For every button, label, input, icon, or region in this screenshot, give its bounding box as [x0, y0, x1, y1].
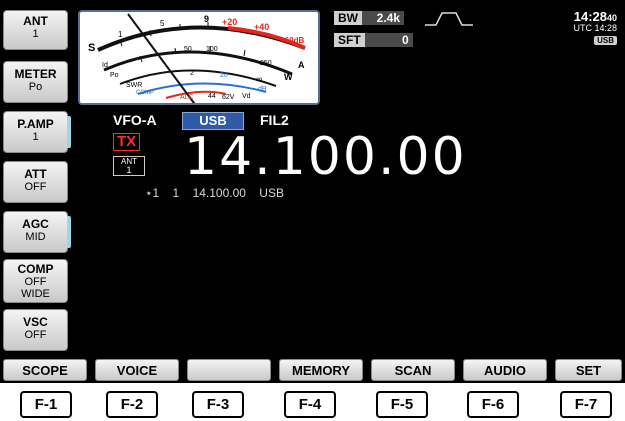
meter-swr-inf: ∞: [256, 74, 263, 84]
memory-frequency: 14.100.00: [192, 186, 246, 200]
agc-key-label: AGC: [22, 217, 49, 231]
meter-vd-62: 62V: [222, 94, 235, 101]
memory-mode: USB: [259, 186, 284, 200]
memory-channel: 1: [172, 186, 180, 200]
memory-softkey[interactable]: MEMORY: [279, 359, 363, 381]
meter-w-label: W: [284, 72, 293, 82]
vfo-label: VFO-A: [113, 112, 157, 128]
comp-key-width: WIDE: [21, 288, 50, 300]
att-key-label: ATT: [24, 167, 47, 181]
f6-key[interactable]: F-6: [467, 391, 519, 418]
ant-key-label: ANT: [23, 14, 48, 28]
bw-indicator: BW 2.4k: [334, 11, 404, 25]
analog-meter: S 1 5 9 +20 +40 +60dB Id A Po 50 100 250…: [78, 10, 320, 105]
bw-label: BW: [334, 11, 362, 25]
meter-vd-label: Vd: [242, 93, 251, 100]
meter-vd-44: 44: [208, 93, 216, 100]
meter-s-1: 1: [118, 30, 123, 39]
agc-key-value: MID: [25, 231, 46, 243]
meter-po-250: 250: [260, 60, 272, 67]
meter-comp-db: dB: [258, 86, 267, 93]
vsc-key-label: VSC: [23, 315, 48, 329]
comp-key[interactable]: COMP OFF WIDE: [3, 259, 68, 303]
meter-s-label: S: [88, 42, 96, 54]
meter-key-value: Po: [28, 81, 43, 93]
meter-alc-label: ALC: [180, 94, 194, 101]
clock-time: 14:2840: [574, 9, 617, 24]
meter-po-50: 50: [184, 46, 192, 53]
meter-swr-2: 2: [190, 70, 194, 77]
radio-display: ANT 1 METER Po P.AMP 1 ATT OFF AGC MID C…: [0, 0, 625, 383]
pamp-key[interactable]: P.AMP 1: [3, 111, 71, 153]
meter-s-9: 9: [204, 14, 210, 24]
meter-key[interactable]: METER Po: [3, 61, 68, 103]
meter-scales: [97, 13, 306, 103]
att-key[interactable]: ATT OFF: [3, 161, 68, 203]
ant-indicator-value: 1: [126, 165, 132, 175]
meter-comp-label: COMP: [136, 90, 154, 96]
meter-s-plus40: +40: [254, 22, 270, 32]
meter-po-label: Po: [110, 72, 119, 79]
scope-softkey[interactable]: SCOPE: [3, 359, 87, 381]
blank-softkey[interactable]: [187, 359, 271, 381]
pamp-key-value: 1: [32, 131, 39, 143]
mode-badge: USB: [594, 36, 617, 45]
ant-key[interactable]: ANT 1: [3, 10, 68, 50]
f3-key[interactable]: F-3: [192, 391, 244, 418]
clock-seconds: 40: [606, 13, 617, 23]
agc-key[interactable]: AGC MID: [3, 211, 71, 253]
meter-key-label: METER: [14, 67, 57, 81]
tx-indicator: TX: [113, 133, 141, 151]
voice-softkey[interactable]: VOICE: [95, 359, 179, 381]
f4-key[interactable]: F-4: [284, 391, 336, 418]
filter-shape-icon: [425, 12, 473, 26]
f2-key[interactable]: F-2: [106, 391, 158, 418]
f5-key[interactable]: F-5: [376, 391, 428, 418]
meter-a-label: A: [298, 60, 305, 70]
bw-value: 2.4k: [362, 11, 404, 25]
comp-key-value: OFF: [24, 276, 47, 288]
frequency-readout: 14.100.00: [184, 127, 467, 187]
sft-value: 0: [364, 33, 413, 47]
meter-comp-20: 20: [220, 72, 228, 79]
utc-time: UTC 14:28: [573, 23, 617, 33]
att-key-value: OFF: [24, 181, 47, 193]
comp-key-label: COMP: [17, 262, 54, 276]
sft-indicator: SFT 0: [334, 33, 413, 47]
memory-line: ⋆1 1 14.100.00 USB: [145, 186, 294, 200]
clock-hm: 14:28: [573, 9, 607, 24]
meter-s-5: 5: [160, 19, 165, 28]
pamp-key-label: P.AMP: [17, 117, 54, 131]
meter-id-label: Id: [102, 62, 108, 69]
sft-label: SFT: [334, 33, 365, 47]
meter-s-plus60: +60dB: [280, 36, 305, 45]
vsc-key[interactable]: VSC OFF: [3, 309, 68, 351]
f7-key[interactable]: F-7: [560, 391, 612, 418]
meter-swr-label: SWR: [126, 82, 143, 89]
scan-softkey[interactable]: SCAN: [371, 359, 455, 381]
memory-star: ⋆1: [145, 186, 160, 200]
audio-softkey[interactable]: AUDIO: [463, 359, 547, 381]
ant-key-value: 1: [32, 28, 39, 40]
f1-key[interactable]: F-1: [20, 391, 72, 418]
vsc-key-value: OFF: [24, 329, 47, 341]
meter-s-plus20: +20: [222, 17, 238, 27]
set-softkey[interactable]: SET: [555, 359, 622, 381]
ant-indicator: ANT 1: [113, 156, 145, 176]
meter-po-100: 100: [206, 46, 218, 53]
